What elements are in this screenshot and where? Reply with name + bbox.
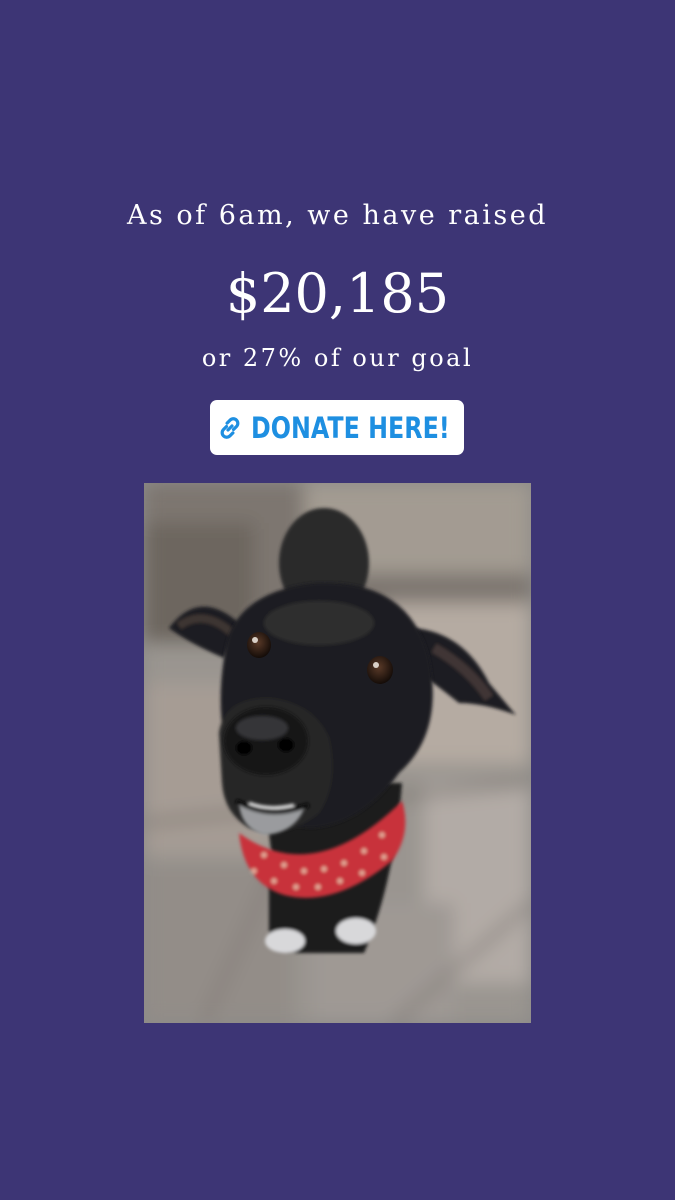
story-frame: As of 6am, we have raised $20,185 or 27%… (0, 0, 675, 1200)
link-icon (215, 413, 245, 443)
goal-percentage-text: or 27% of our goal (201, 344, 474, 372)
headline-text: As of 6am, we have raised (126, 200, 549, 231)
raised-amount: $20,185 (225, 262, 450, 325)
donate-label: DONATE HERE! (250, 410, 450, 445)
dog-photo (144, 483, 531, 1023)
donate-link-sticker[interactable]: DONATE HERE! (210, 400, 464, 455)
